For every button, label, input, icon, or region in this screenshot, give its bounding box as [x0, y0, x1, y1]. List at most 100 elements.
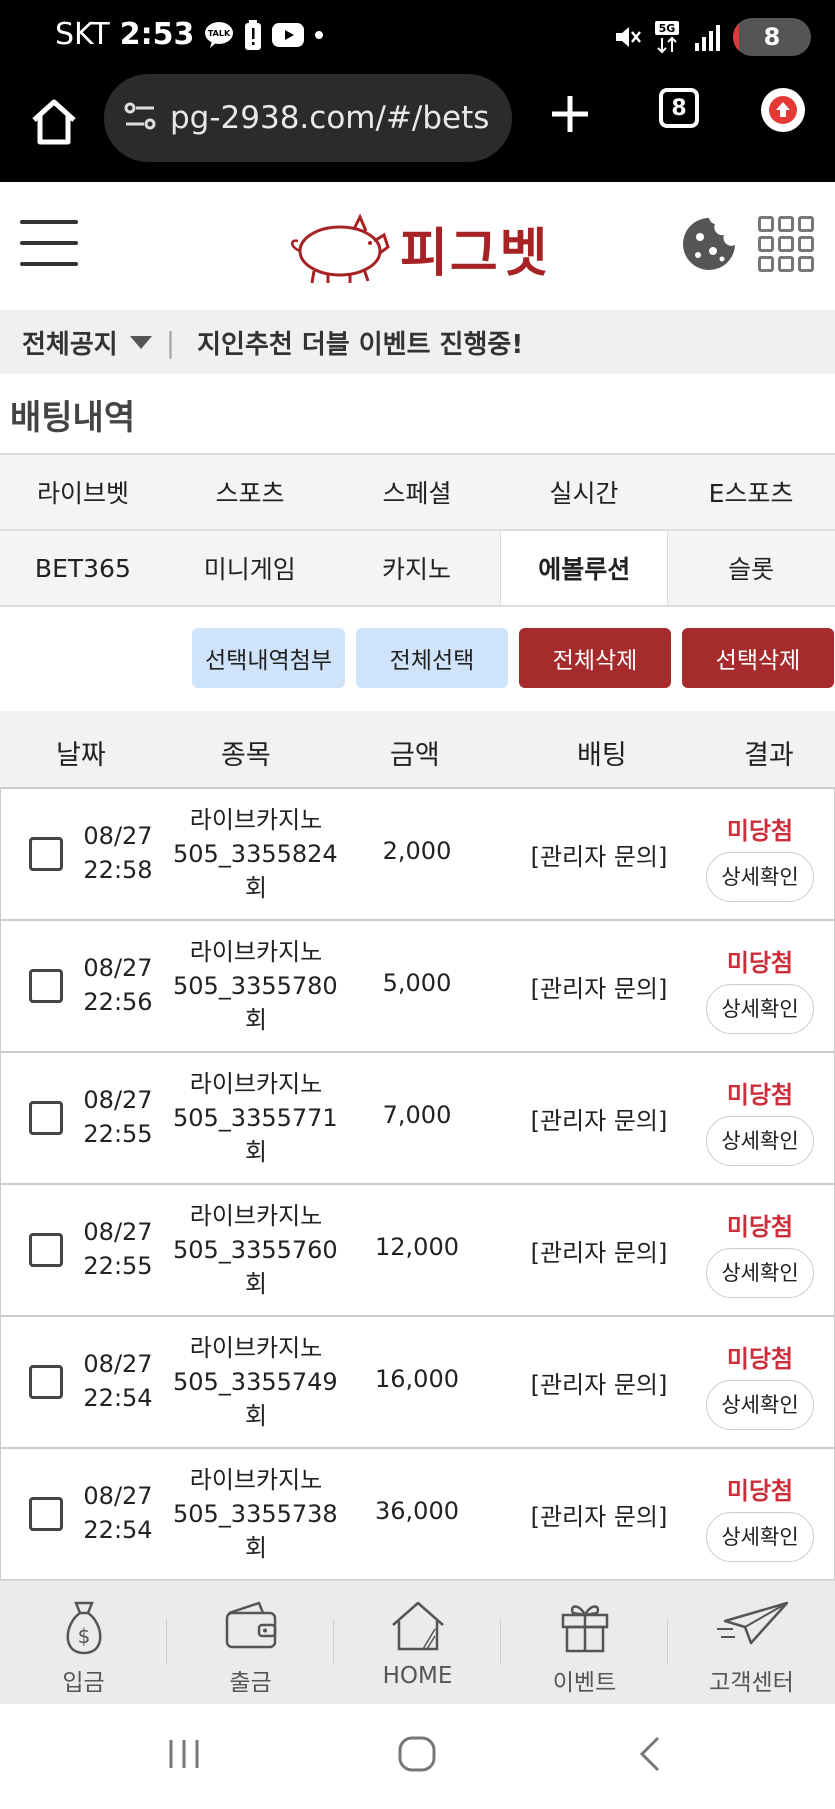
update-icon[interactable]	[761, 88, 805, 132]
nav-home[interactable]: HOME	[334, 1581, 501, 1705]
detail-button[interactable]: 상세확인	[706, 1380, 814, 1430]
tab-bet365[interactable]: BET365	[0, 531, 167, 605]
site-settings-icon[interactable]	[122, 98, 158, 138]
row-date: 08/27 22:56	[83, 954, 153, 1016]
row-checkbox[interactable]	[29, 837, 63, 871]
tab-realtime[interactable]: 실시간	[501, 455, 668, 529]
battery-alert-icon	[244, 19, 262, 50]
clock: 2:53	[119, 17, 195, 52]
attach-selected-button[interactable]: 선택내역첨부	[192, 628, 345, 688]
home-icon[interactable]	[26, 94, 82, 150]
tab-slot[interactable]: 슬롯	[668, 531, 835, 605]
row-bet: [관리자 문의]	[530, 1503, 668, 1531]
row-game: 라이브카지노 505_33557388 회	[173, 1466, 339, 1562]
browser-toolbar: pg-2938.com/#/bets 8	[0, 74, 835, 182]
result-status: 미당첨	[726, 817, 794, 845]
notice-separator: |	[165, 325, 176, 359]
nav-deposit[interactable]: $ 입금	[0, 1581, 167, 1705]
chevron-down-icon[interactable]	[129, 335, 152, 349]
svg-text:TALK: TALK	[208, 29, 231, 38]
row-game: 라이브카지노 505_33558246 회	[173, 806, 339, 902]
cookie-icon[interactable]	[680, 215, 738, 273]
url-text[interactable]: pg-2938.com/#/bets	[170, 100, 489, 136]
tab-special[interactable]: 스페셜	[334, 455, 501, 529]
site-logo[interactable]: 피그벳	[284, 208, 550, 288]
house-icon	[391, 1601, 444, 1651]
tab-live-bet[interactable]: 라이브벳	[0, 455, 167, 529]
pig-logo-icon	[291, 213, 390, 284]
detail-button[interactable]: 상세확인	[706, 852, 814, 902]
battery-indicator: 8	[733, 18, 811, 56]
detail-button[interactable]: 상세확인	[706, 1248, 814, 1298]
new-tab-icon[interactable]	[546, 90, 594, 138]
talk-icon: TALK	[204, 21, 234, 49]
notice-bar: 전체공지 | 지인추천 더블 이벤트 진행중!	[0, 310, 835, 374]
notice-text[interactable]: 지인추천 더블 이벤트 진행중!	[197, 324, 523, 361]
row-date: 08/27 22:58	[83, 822, 153, 884]
status-bar: SKT 2:53 TALK 5G 8	[0, 0, 835, 74]
result-status: 미당첨	[726, 1345, 794, 1373]
apps-grid-icon[interactable]	[758, 216, 814, 272]
row-amount: 7,000	[382, 1101, 452, 1129]
detail-button[interactable]: 상세확인	[706, 1512, 814, 1562]
header-bet: 배팅	[577, 740, 627, 771]
row-result: 미당첨상세확인	[701, 1339, 819, 1430]
category-row-2: BET365 미니게임 카지노 에볼루션 슬롯	[0, 531, 835, 607]
category-tabs: 라이브벳 스포츠 스페셜 실시간 E스포츠 BET365 미니게임 카지노 에볼…	[0, 455, 835, 607]
recent-apps-icon[interactable]	[165, 1734, 203, 1778]
result-status: 미당첨	[726, 1477, 794, 1505]
notice-dropdown-label[interactable]: 전체공지	[22, 324, 118, 361]
row-checkbox[interactable]	[29, 1233, 63, 1267]
select-all-button[interactable]: 전체선택	[356, 628, 508, 688]
back-icon[interactable]	[632, 1734, 668, 1778]
row-amount: 16,000	[375, 1365, 459, 1393]
hamburger-menu-icon[interactable]	[20, 220, 78, 270]
bet-history-table: 08/27 22:58 라이브카지노 505_33558246 회 2,000 [관리…	[0, 789, 835, 1581]
logo-text: 피그벳	[400, 223, 550, 284]
header-amount: 금액	[390, 740, 440, 771]
tab-minigame[interactable]: 미니게임	[167, 531, 334, 605]
row-result: 미당첨 상세확인	[701, 943, 819, 1034]
tab-sports[interactable]: 스포츠	[167, 455, 334, 529]
row-game: 라이브카지노 505_33557499 회	[173, 1334, 339, 1430]
table-row: 08/27 22:56 라이브카지노 505_33557807 회 5,000 [관리…	[0, 921, 835, 1053]
header-game: 종목	[221, 740, 271, 771]
detail-button[interactable]: 상세확인	[706, 984, 814, 1034]
detail-button[interactable]: 상세확인	[706, 1116, 814, 1166]
row-checkbox[interactable]	[29, 1497, 63, 1531]
row-bet: [관리자 문의]	[530, 975, 668, 1003]
row-bet: [관리자 문의]	[530, 843, 668, 871]
delete-all-button[interactable]: 전체삭제	[519, 628, 671, 688]
carrier: SKT	[55, 17, 110, 52]
page-title: 배팅내역	[10, 398, 136, 438]
row-checkbox[interactable]	[29, 1101, 63, 1135]
delete-selected-button[interactable]: 선택삭제	[682, 628, 834, 688]
row-bet: [관리자 문의]	[530, 1239, 668, 1267]
tab-esports[interactable]: E스포츠	[668, 455, 835, 529]
home-nav-icon[interactable]	[396, 1734, 438, 1778]
row-checkbox[interactable]	[29, 969, 63, 1003]
table-row: 08/27 22:58 라이브카지노 505_33558246 회 2,000 [관리…	[0, 789, 835, 921]
row-result: 미당첨상세확인	[701, 811, 819, 902]
action-buttons: 선택내역첨부 전체선택 전체삭제 선택삭제	[0, 628, 835, 690]
row-checkbox[interactable]	[29, 1365, 63, 1399]
system-nav-bar	[0, 1704, 835, 1809]
row-bet: [관리자 문의]	[530, 1371, 668, 1399]
nav-support[interactable]: 고객센터	[668, 1581, 835, 1705]
wallet-icon	[225, 1601, 276, 1649]
tab-evolution[interactable]: 에볼루션	[500, 531, 669, 605]
tab-count: 8	[671, 95, 687, 121]
row-result: 미당첨상세확인	[701, 1471, 819, 1562]
tab-switcher[interactable]: 8	[659, 88, 699, 128]
result-status: 미당첨	[726, 1213, 794, 1241]
nav-withdraw[interactable]: 출금	[167, 1581, 334, 1705]
tab-casino[interactable]: 카지노	[334, 531, 501, 605]
table-row: 08/27 22:55 라이브카지노 505_33557712 회 7,000 [관리…	[0, 1053, 835, 1185]
address-bar[interactable]: pg-2938.com/#/bets	[104, 74, 512, 162]
dot-icon	[314, 30, 324, 40]
table-row: 08/27 22:54 라이브카지노 505_33557499 회 16,000 [관…	[0, 1317, 835, 1449]
row-amount: 36,000	[375, 1497, 459, 1525]
row-amount: 2,000	[382, 837, 452, 865]
nav-event[interactable]: 이벤트	[501, 1581, 668, 1705]
row-date: 08/27 22:54	[83, 1482, 153, 1544]
